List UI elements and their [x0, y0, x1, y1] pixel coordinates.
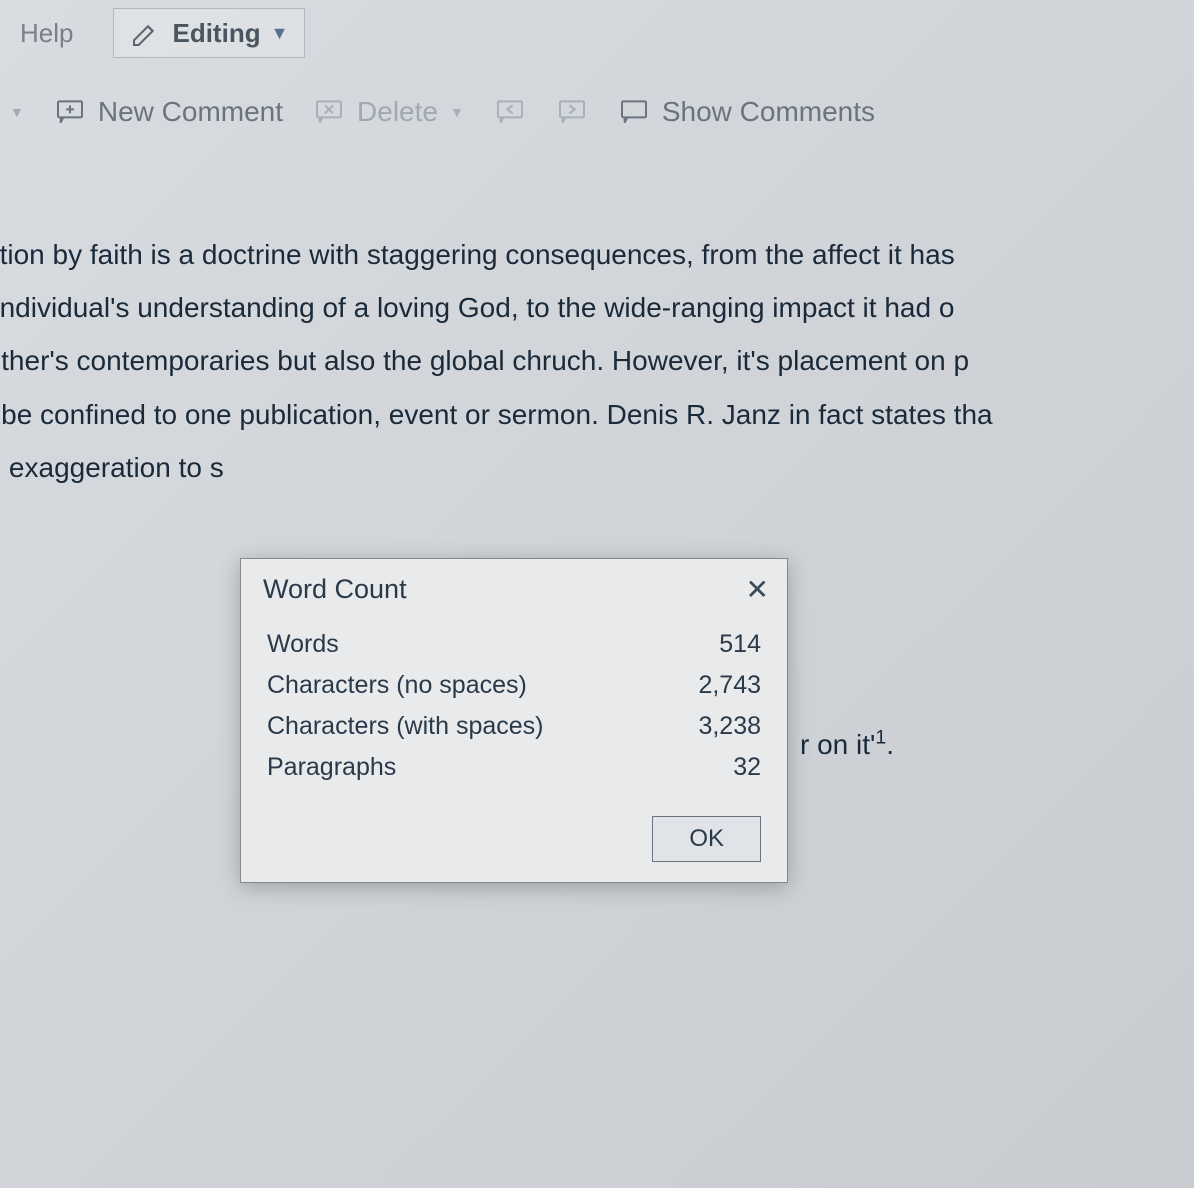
delete-label: Delete	[357, 96, 438, 128]
stat-row-paragraphs: Paragraphs 32	[267, 747, 761, 788]
new-comment-label: New Comment	[98, 96, 283, 128]
stat-row-chars-no-spaces: Characters (no spaces) 2,743	[267, 665, 761, 706]
dialog-body: Words 514 Characters (no spaces) 2,743 C…	[241, 616, 787, 804]
document-text-line: cation by faith is a doctrine with stagg…	[0, 228, 1194, 281]
footnote-reference: 1	[875, 727, 886, 749]
next-comment-icon	[556, 96, 588, 128]
editing-label: Editing	[172, 18, 260, 49]
document-area[interactable]: cation by faith is a doctrine with stagg…	[0, 148, 1194, 494]
document-text-line: an exaggeration to s	[0, 441, 1194, 494]
help-menu[interactable]: Help	[20, 18, 73, 49]
stat-row-chars-with-spaces: Characters (with spaces) 3,238	[267, 706, 761, 747]
stat-row-words: Words 514	[267, 624, 761, 665]
document-text-line: e individual's understanding of a loving…	[0, 281, 1194, 334]
previous-comment-button[interactable]	[494, 96, 526, 128]
delete-comment-icon	[313, 96, 345, 128]
chevron-down-icon: ▼	[10, 104, 24, 120]
editing-mode-button[interactable]: Editing ▼	[113, 8, 305, 58]
comments-toolbar: ▼ New Comment Delete ▼	[0, 66, 1194, 148]
dialog-title: Word Count	[263, 574, 407, 605]
stat-label: Characters (no spaces)	[267, 671, 527, 700]
show-comments-label: Show Comments	[662, 96, 875, 128]
menu-bar: Help Editing ▼	[0, 0, 1194, 66]
dialog-footer: OK	[241, 804, 787, 882]
chevron-down-icon: ▼	[271, 23, 289, 44]
stat-value: 514	[719, 630, 761, 659]
stat-label: Paragraphs	[267, 753, 396, 782]
new-comment-button[interactable]: New Comment	[54, 96, 283, 128]
previous-comment-icon	[494, 96, 526, 128]
word-count-dialog: Word Count ✕ Words 514 Characters (no sp…	[240, 558, 788, 883]
stat-value: 2,743	[698, 671, 761, 700]
document-text-fragment: r on it'1.	[800, 718, 894, 771]
next-comment-button[interactable]	[556, 96, 588, 128]
stat-label: Words	[267, 630, 339, 659]
stat-value: 3,238	[698, 712, 761, 741]
document-text-line: Luther's contemporaries but also the glo…	[0, 334, 1194, 387]
pencil-icon	[130, 17, 162, 49]
stat-label: Characters (with spaces)	[267, 712, 543, 741]
document-text-line: ot be confined to one publication, event…	[0, 388, 1194, 441]
partial-button-left[interactable]: ▼	[10, 104, 24, 120]
stat-value: 32	[733, 753, 761, 782]
show-comments-icon	[618, 96, 650, 128]
ok-button[interactable]: OK	[652, 816, 761, 862]
delete-comment-button[interactable]: Delete ▼	[313, 96, 464, 128]
show-comments-button[interactable]: Show Comments	[618, 96, 875, 128]
chevron-down-icon: ▼	[450, 104, 464, 120]
new-comment-icon	[54, 96, 86, 128]
close-icon[interactable]: ✕	[746, 573, 769, 606]
dialog-header: Word Count ✕	[241, 559, 787, 616]
